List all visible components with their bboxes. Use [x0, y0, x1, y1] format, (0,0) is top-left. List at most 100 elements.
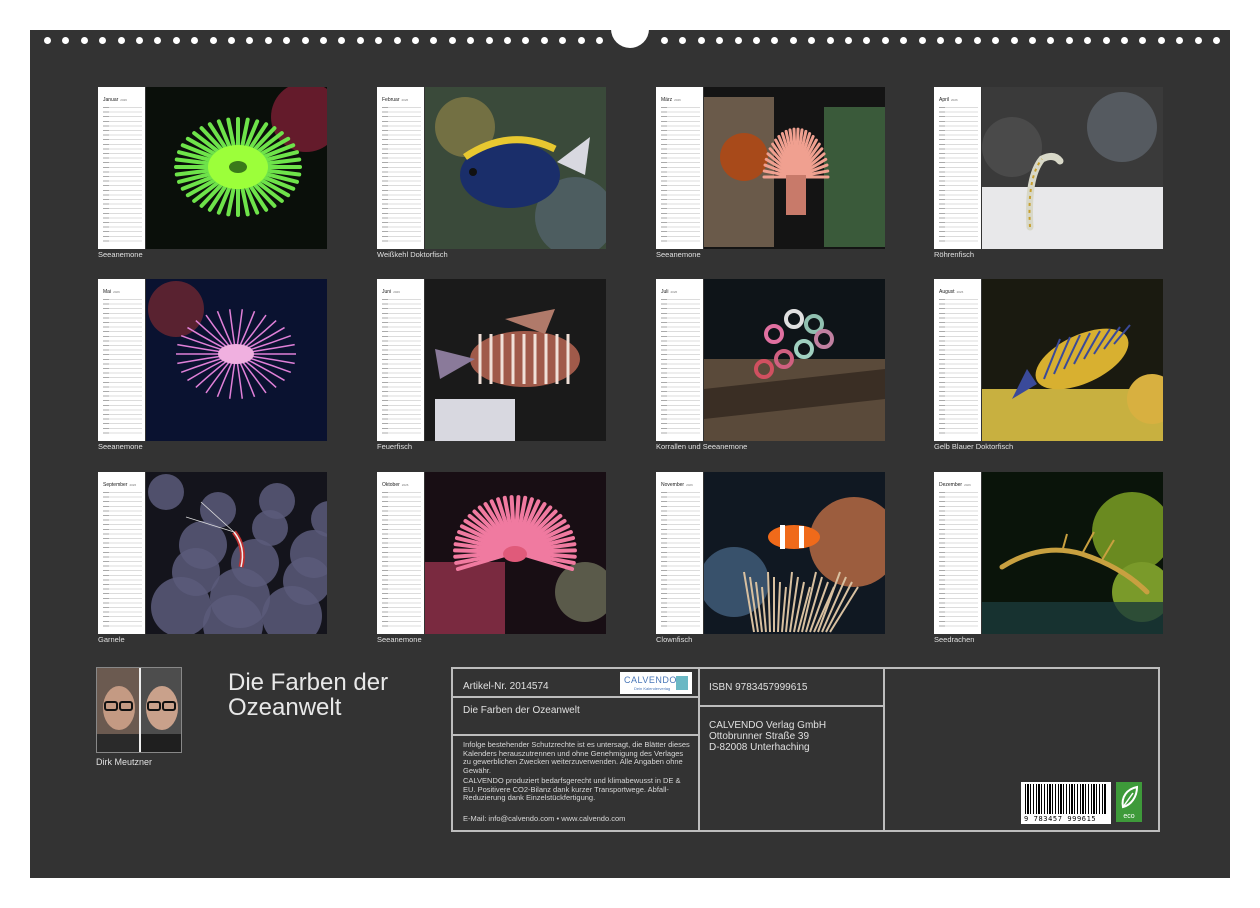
month-photo: [425, 279, 606, 441]
product-title: Die Farben der Ozeanwelt: [463, 705, 580, 716]
binding-hole: [522, 37, 530, 44]
binding-hole: [661, 37, 668, 44]
photo-caption: Seeanemone: [377, 635, 422, 644]
month-sheet: März 2026 Seeanemone: [656, 87, 885, 272]
photo-caption: Gelb Blauer Doktorfisch: [934, 442, 1014, 451]
binding-hole: [881, 37, 889, 44]
binding-hole: [117, 37, 125, 44]
month-heading: Februar 2026: [382, 97, 409, 103]
month-calendar: April 2026: [934, 87, 981, 249]
binding-hole: [246, 37, 254, 44]
binding-hole: [283, 37, 291, 44]
month-calendar: Juli 2026: [656, 279, 703, 441]
barcode-bars: [1025, 784, 1107, 814]
binding-hole: [992, 37, 1000, 44]
photo-caption: Seeanemone: [98, 442, 143, 451]
day-numbers: [382, 492, 388, 630]
day-numbers: [939, 492, 945, 630]
binding-hole: [679, 37, 687, 44]
barcode-number: 9 783457 999615: [1024, 815, 1097, 823]
day-numbers: [661, 107, 667, 245]
month-sheet: April 2026 Röhrenfisch: [934, 87, 1163, 272]
month-photo: [982, 472, 1163, 634]
article-number: Artikel-Nr. 2014574: [463, 681, 549, 692]
month-photo: [425, 472, 606, 634]
month-calendar: Januar 2026: [98, 87, 145, 249]
binding-hole: [191, 37, 199, 44]
month-calendar: September 2026: [98, 472, 145, 634]
month-photo: [146, 472, 327, 634]
binding-hole: [826, 37, 834, 44]
month-sheet: Juli 2026 Korrallen und Seeanemone: [656, 279, 885, 464]
month-sheet: Januar 2026 Seeanemone: [98, 87, 327, 272]
photo-caption: Seedrachen: [934, 635, 975, 644]
info-box: Artikel-Nr. 2014574 CALVENDO Dein Kalend…: [451, 667, 1160, 832]
month-sheet: November 2026 Clownfisch: [656, 472, 885, 657]
binding-hole: [62, 37, 70, 44]
binding-hole: [80, 37, 88, 44]
photo-caption: Weißkehl Doktorfisch: [377, 250, 448, 259]
binding-hole: [136, 37, 143, 44]
month-calendar: November 2026: [656, 472, 703, 634]
binding-hole: [209, 37, 217, 44]
binding-hole: [1047, 37, 1055, 44]
binding-hole: [504, 37, 511, 44]
author-photo: [96, 667, 182, 753]
leaf-icon: [1121, 785, 1139, 809]
binding-hole: [955, 37, 963, 44]
month-calendar: März 2026: [656, 87, 703, 249]
publisher-city: D-82008 Unterhaching: [709, 742, 810, 753]
month-heading: April 2026: [939, 97, 958, 103]
day-numbers: [382, 107, 388, 245]
month-sheet: August 2026 Gelb Blauer Doktorfisch: [934, 279, 1163, 464]
month-sheet: Oktober 2026 Seeanemone: [377, 472, 606, 657]
month-photo: [146, 87, 327, 249]
binding-hole: [808, 37, 816, 44]
publisher-street: Ottobrunner Straße 39: [709, 731, 810, 742]
photo-caption: Garnele: [98, 635, 125, 644]
binding-hole: [1102, 37, 1110, 44]
binding-hole: [301, 37, 309, 44]
month-calendar: Dezember 2026: [934, 472, 981, 634]
day-numbers: [103, 107, 109, 245]
month-heading: Januar 2026: [103, 97, 127, 103]
photo-caption: Röhrenfisch: [934, 250, 975, 259]
month-sheet: Februar 2026 Weißkehl Doktorfisch: [377, 87, 606, 272]
month-calendar: August 2026: [934, 279, 981, 441]
isbn: ISBN 9783457999615: [709, 682, 808, 693]
binding-hole: [753, 37, 760, 44]
barcode: 9 783457 999615: [1021, 782, 1111, 824]
binding-hole: [1176, 37, 1184, 44]
month-calendar: Mai 2026: [98, 279, 145, 441]
legal-notice: Infolge bestehender Schutzrechte ist es …: [463, 740, 690, 775]
binding-hole: [228, 37, 235, 44]
day-numbers: [939, 107, 945, 245]
month-calendar: Februar 2026: [377, 87, 424, 249]
binding-hole: [1139, 37, 1147, 44]
binding-hole: [596, 37, 603, 44]
binding-hole: [771, 37, 779, 44]
day-numbers: [382, 299, 388, 437]
binding-hole: [375, 37, 383, 44]
month-photo: [982, 279, 1163, 441]
photo-caption: Seeanemone: [98, 250, 143, 259]
binding-hole: [1121, 37, 1128, 44]
binding-hole: [320, 37, 327, 44]
eco-notice: CALVENDO produziert bedarfsgerecht und k…: [463, 776, 681, 803]
month-heading: August 2026: [939, 289, 964, 295]
month-photo: [704, 472, 885, 634]
binding-hole: [467, 37, 475, 44]
month-calendar: Oktober 2026: [377, 472, 424, 634]
binding-hole: [412, 37, 419, 44]
binding-hole: [863, 37, 871, 44]
month-photo: [146, 279, 327, 441]
binding-hole: [448, 37, 456, 44]
binding-hole: [393, 37, 401, 44]
binding-hole: [937, 37, 944, 44]
publisher-name: CALVENDO Verlag GmbH: [709, 720, 827, 731]
month-heading: März 2026: [661, 97, 681, 103]
month-heading: November 2026: [661, 482, 693, 488]
binding-hole: [172, 37, 180, 44]
binding-hole: [734, 37, 742, 44]
month-heading: Mai 2026: [103, 289, 120, 295]
